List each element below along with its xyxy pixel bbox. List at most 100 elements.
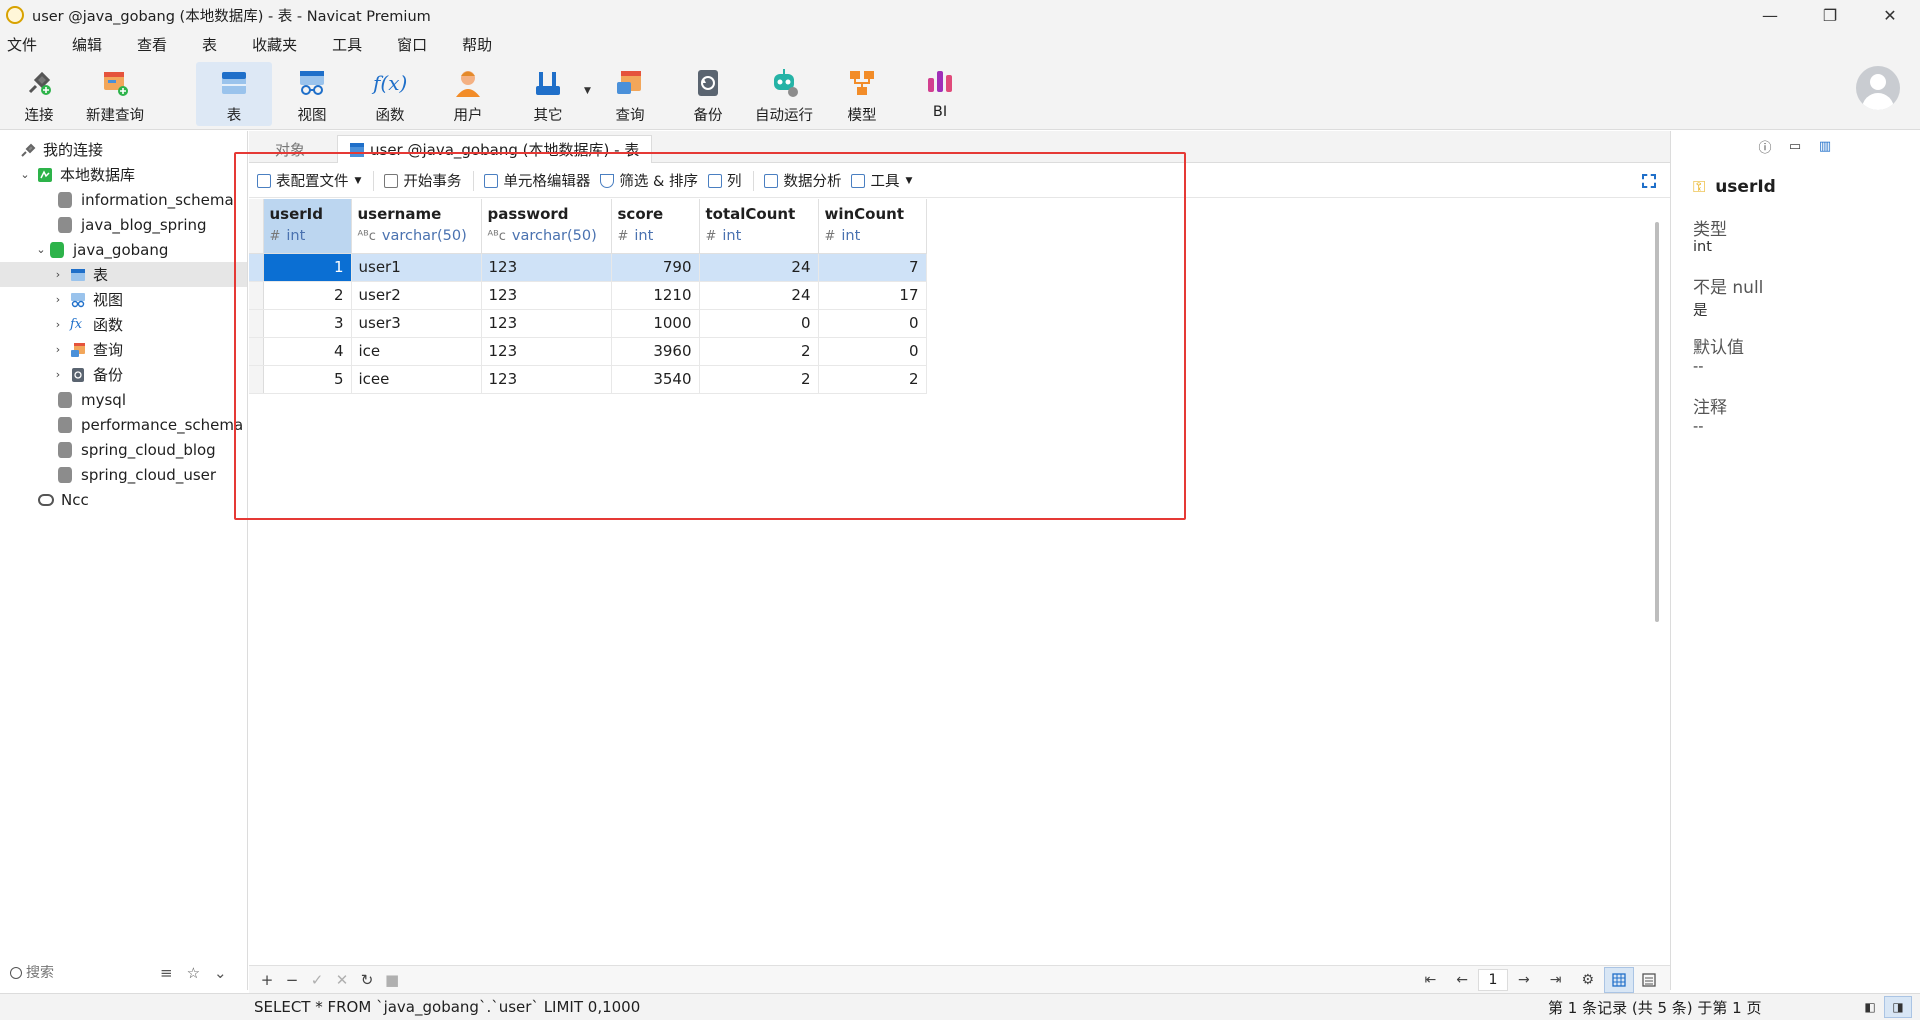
begin-transaction-button[interactable]: 开始事务 <box>384 170 461 191</box>
tools-button[interactable]: 工具 ▼ <box>851 170 912 191</box>
vertical-scrollbar[interactable] <box>1655 222 1659 622</box>
chevron-right-icon[interactable]: › <box>52 268 64 281</box>
cell[interactable]: 1000 <box>611 309 700 338</box>
discard-changes-button[interactable]: ✕ <box>335 971 349 989</box>
database-row[interactable]: mysql <box>0 387 247 412</box>
menu-tools[interactable]: 工具 <box>325 34 373 55</box>
menu-table[interactable]: 表 <box>195 34 228 55</box>
menu-view[interactable]: 查看 <box>130 34 178 55</box>
chevron-right-icon[interactable]: › <box>52 293 64 306</box>
toggle-navigator-icon[interactable]: ◧ <box>1856 996 1884 1018</box>
data-analysis-button[interactable]: 数据分析 <box>764 170 841 191</box>
queries-node[interactable]: › 查询 <box>0 337 247 362</box>
stop-button[interactable]: ■ <box>385 971 399 989</box>
cell[interactable]: 2 <box>699 337 819 366</box>
cell[interactable]: 3960 <box>611 337 700 366</box>
function-button[interactable]: f(x) 函数 <box>366 62 414 126</box>
database-row[interactable]: spring_cloud_blog <box>0 437 247 462</box>
tab-user-table[interactable]: user @java_gobang (本地数据库) - 表 <box>337 135 653 163</box>
cell[interactable]: 4 <box>263 337 352 366</box>
table-row[interactable]: 4 ice 123 3960 2 0 <box>249 337 927 366</box>
table-row[interactable]: 3 user3 123 1000 0 0 <box>249 309 927 338</box>
views-node[interactable]: › 视图 <box>0 287 247 312</box>
star-icon[interactable]: ☆ <box>187 964 200 982</box>
cell[interactable]: 17 <box>818 281 927 310</box>
menu-file[interactable]: 文件 <box>0 34 48 55</box>
row-indicator[interactable] <box>249 253 264 282</box>
database-row[interactable]: spring_cloud_user <box>0 462 247 487</box>
chevron-right-icon[interactable]: › <box>52 318 64 331</box>
cell[interactable]: 24 <box>699 281 819 310</box>
connect-button[interactable]: 连接 <box>18 62 60 126</box>
menu-edit[interactable]: 编辑 <box>65 34 113 55</box>
model-button[interactable]: 模型 <box>838 62 886 126</box>
tab-objects[interactable]: 对象 <box>263 135 317 163</box>
cell[interactable]: 3 <box>263 309 352 338</box>
last-page-button[interactable]: ⇥ <box>1550 972 1562 988</box>
column-header-totalcount[interactable]: totalCount # int <box>699 199 819 254</box>
table-button[interactable]: 表 <box>196 62 272 126</box>
cell[interactable]: 123 <box>481 309 612 338</box>
apply-changes-button[interactable]: ✓ <box>310 971 324 989</box>
cell[interactable]: 123 <box>481 253 612 282</box>
chevron-right-icon[interactable]: › <box>52 343 64 356</box>
database-row[interactable]: performance_schema <box>0 412 247 437</box>
menu-window[interactable]: 窗口 <box>390 34 438 55</box>
menu-favorites[interactable]: 收藏夹 <box>245 34 308 55</box>
automation-button[interactable]: 自动运行 <box>752 62 816 126</box>
database-row-open[interactable]: ⌄ java_gobang <box>0 237 247 262</box>
cell[interactable]: 3540 <box>611 365 700 394</box>
cell[interactable]: ice <box>351 337 482 366</box>
prev-page-button[interactable]: ← <box>1456 972 1468 988</box>
functions-node[interactable]: › fx 函数 <box>0 312 247 337</box>
field-panel-icon[interactable]: ▥ <box>1816 137 1834 155</box>
columns-button[interactable]: 列 <box>707 170 741 191</box>
chevron-right-icon[interactable]: › <box>52 368 64 381</box>
table-row[interactable]: 5 icee 123 3540 2 2 <box>249 365 927 394</box>
new-query-button[interactable]: 新建查询 <box>84 62 146 126</box>
cell[interactable]: icee <box>351 365 482 394</box>
first-page-button[interactable]: ⇤ <box>1425 972 1437 988</box>
collapse-icon[interactable]: ⌄ <box>214 964 227 982</box>
chevron-down-icon[interactable]: ⌄ <box>35 243 47 256</box>
cell[interactable]: 1210 <box>611 281 700 310</box>
cell[interactable]: 24 <box>699 253 819 282</box>
cell[interactable]: 5 <box>263 365 352 394</box>
column-header-userid[interactable]: userId # int <box>263 199 352 254</box>
row-indicator[interactable] <box>249 309 264 338</box>
my-connections-row[interactable]: 我的连接 <box>0 137 247 162</box>
database-row[interactable]: information_schema <box>0 187 247 212</box>
tables-node[interactable]: › 表 <box>0 262 247 287</box>
settings-icon[interactable]: ⚙ <box>1581 972 1594 988</box>
cell[interactable]: 123 <box>481 365 612 394</box>
form-view-button[interactable] <box>1634 967 1664 993</box>
restore-button[interactable]: ❐ <box>1800 0 1860 30</box>
cell[interactable]: 2 <box>818 365 927 394</box>
filter-sort-button[interactable]: 筛选 & 排序 <box>600 170 698 191</box>
column-header-password[interactable]: password ᴬᴮc varchar(50) <box>481 199 612 254</box>
refresh-button[interactable]: ↻ <box>360 971 374 989</box>
page-number-input[interactable]: 1 <box>1477 969 1508 991</box>
grid-view-button[interactable] <box>1604 967 1634 993</box>
filter-icon[interactable]: ≡ <box>160 964 173 982</box>
table-row[interactable]: 1 user1 123 790 24 7 <box>249 253 927 282</box>
column-header-score[interactable]: score # int <box>611 199 700 254</box>
cell[interactable]: 0 <box>699 309 819 338</box>
cell[interactable]: user2 <box>351 281 482 310</box>
cell[interactable]: 0 <box>818 337 927 366</box>
view-button[interactable]: 视图 <box>288 62 336 126</box>
other-dropdown-caret[interactable]: ▼ <box>584 86 591 96</box>
menu-help[interactable]: 帮助 <box>455 34 503 55</box>
user-button[interactable]: 用户 <box>444 62 492 126</box>
other-connection-row[interactable]: Ncc <box>0 487 247 512</box>
cell[interactable]: 0 <box>818 309 927 338</box>
backups-node[interactable]: › 备份 <box>0 362 247 387</box>
row-indicator[interactable] <box>249 365 264 394</box>
ddl-icon[interactable]: ▭ <box>1786 137 1804 155</box>
cell[interactable]: 2 <box>699 365 819 394</box>
backup-button[interactable]: 备份 <box>684 62 732 126</box>
user-avatar[interactable] <box>1856 66 1900 110</box>
cell[interactable]: user1 <box>351 253 482 282</box>
add-record-button[interactable]: + <box>260 971 274 989</box>
fullscreen-icon[interactable] <box>1642 174 1656 188</box>
